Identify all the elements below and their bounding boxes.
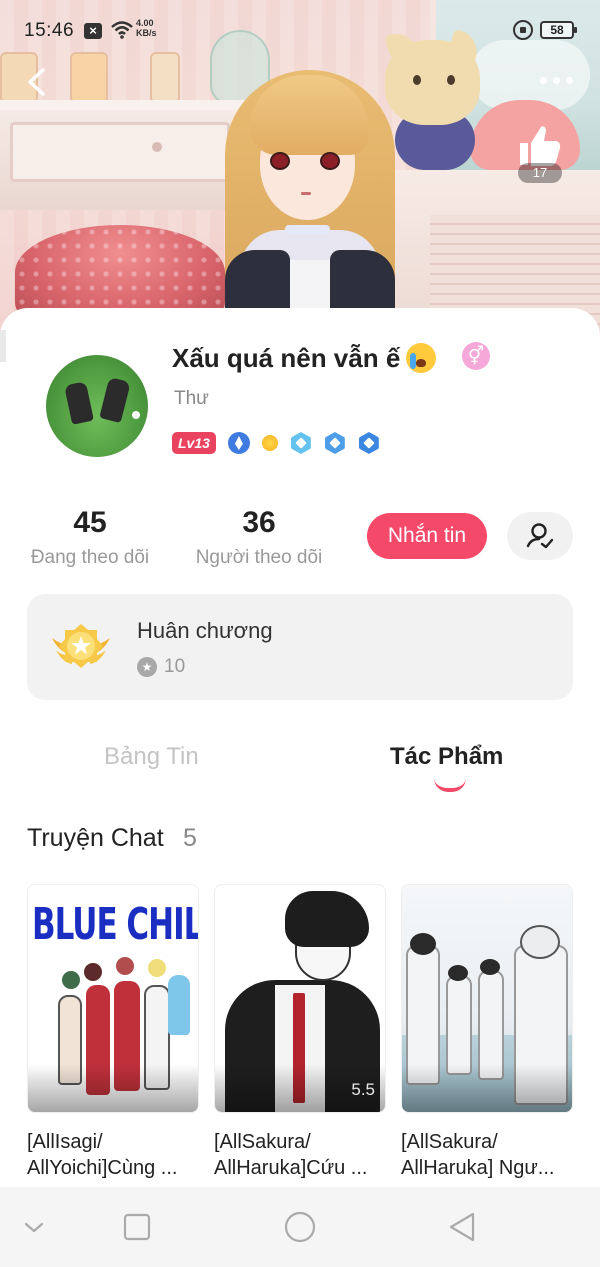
story-title: [AllSakura/ AllHaruka]Cứu ... [214, 1129, 386, 1181]
story-title-line: AllHaruka]Cứu ... [214, 1157, 368, 1179]
story-card[interactable]: 5.5 [AllSakura/ AllHaruka]Cứu ... [214, 884, 386, 1181]
story-cover[interactable]: 5.5 [214, 884, 386, 1113]
story-title: [AllSakura/ AllHaruka] Ngư... [401, 1129, 573, 1181]
story-cover[interactable] [401, 884, 573, 1113]
message-button[interactable]: Nhắn tin [367, 513, 487, 559]
cover-head [480, 959, 500, 975]
crying-emoji-icon [406, 343, 437, 373]
wifi-icon [111, 21, 133, 39]
following-stat[interactable]: 45 Đang theo dõi [22, 505, 158, 569]
cover-figure [168, 975, 190, 1035]
user-settings-icon [526, 523, 554, 549]
chevron-down-icon[interactable] [14, 1209, 54, 1245]
notification-x-icon: × [84, 23, 102, 39]
character-choker [285, 225, 330, 234]
badge-row: Lv13 [172, 431, 380, 455]
medal-icon [52, 624, 110, 668]
tab-works[interactable]: Tác Phẩm [390, 743, 503, 771]
diamond-badge-icon[interactable] [227, 432, 250, 454]
avatar-ball [132, 411, 140, 419]
network-speed-value: 4.00 [136, 18, 154, 28]
circle-icon[interactable] [280, 1209, 320, 1245]
dot [539, 76, 547, 84]
real-name: Thư [174, 388, 209, 409]
cover-shade [28, 1064, 198, 1112]
banner-drawer [10, 122, 230, 182]
cover-shade [402, 1064, 572, 1112]
cover-head [116, 957, 134, 975]
gender-icon: ⚥ [462, 342, 490, 370]
avatar[interactable] [46, 355, 148, 457]
display-name-text: Xấu quá nên vẫn ế [172, 342, 401, 373]
rotation-lock-icon [513, 20, 533, 40]
following-count: 45 [73, 506, 107, 539]
dot [565, 76, 573, 84]
dot [552, 76, 560, 84]
edge-handle [0, 330, 6, 362]
section-title: Truyện Chat [27, 824, 164, 852]
character-eye [270, 152, 290, 170]
level-badge[interactable]: Lv13 [172, 432, 216, 454]
banner-stool-pattern [15, 225, 225, 320]
system-nav-bar [0, 1187, 600, 1267]
story-card[interactable]: [AllSakura/ AllHaruka] Ngư... [401, 884, 573, 1181]
cover-head [62, 971, 80, 989]
network-speed: 4.00 KB/s [136, 18, 157, 38]
section-count: 5 [183, 824, 197, 852]
star-icon: ★ [137, 657, 157, 677]
square-icon[interactable] [117, 1209, 157, 1245]
triangle-back-icon[interactable] [443, 1209, 483, 1245]
cover-head [448, 965, 468, 981]
medal-count: 10 [164, 656, 186, 677]
story-title-line: AllYoichi]Cùng ... [27, 1157, 178, 1179]
story-title-line: [AllSakura/ [401, 1131, 498, 1153]
hexagon-badge-icon[interactable] [325, 432, 345, 454]
character-eye [320, 152, 340, 170]
more-dots-icon[interactable] [532, 70, 580, 90]
user-settings-button[interactable] [507, 512, 573, 560]
tab-news[interactable]: Bảng Tin [104, 743, 199, 771]
status-bar: 15:46 × 4.00 KB/s 58 [0, 0, 600, 60]
story-title-line: [AllSakura/ [214, 1131, 311, 1153]
character-mouth [301, 192, 311, 195]
cover-rating: 5.5 [351, 1080, 375, 1099]
cover-figure [446, 975, 472, 1075]
profile-character [205, 60, 415, 340]
followers-label: Người theo dõi [195, 547, 323, 568]
following-label: Đang theo dõi [30, 547, 150, 568]
plush-eye [447, 75, 455, 85]
display-name: Xấu quá nên vẫn ế [172, 338, 437, 378]
avatar-figure [99, 376, 131, 424]
battery-icon: 58 [540, 21, 577, 39]
story-title: [AllIsagi/ AllYoichi]Cùng ... [27, 1129, 199, 1181]
coin-badge-icon[interactable] [261, 435, 278, 451]
followers-count: 36 [242, 506, 276, 539]
cover-head [520, 925, 560, 959]
story-title-line: AllHaruka] Ngư... [401, 1157, 555, 1179]
chevron-left-icon[interactable] [18, 62, 58, 102]
hexagon-badge-icon[interactable] [359, 432, 379, 454]
story-card[interactable]: BLUE CHILLER [AllIsagi/ AllYoichi]Cùng .… [27, 884, 199, 1181]
cover-head [148, 959, 166, 977]
banner-drawer-knob [152, 142, 162, 152]
cover-head [84, 963, 102, 981]
cover-hair [285, 891, 369, 947]
story-cover[interactable]: BLUE CHILLER [27, 884, 199, 1113]
followers-stat[interactable]: 36 Người theo dõi [188, 505, 330, 569]
like-count: 17 [518, 163, 562, 183]
story-title-line: [AllIsagi/ [27, 1131, 103, 1153]
avatar-figure [64, 381, 94, 425]
hexagon-badge-icon[interactable] [291, 432, 311, 454]
cover-head [410, 933, 436, 955]
cover-title-text: BLUE CHILLER [32, 899, 198, 950]
network-speed-unit: KB/s [136, 28, 157, 38]
status-time: 15:46 [24, 20, 75, 41]
medal-title: Huân chương [137, 618, 273, 643]
